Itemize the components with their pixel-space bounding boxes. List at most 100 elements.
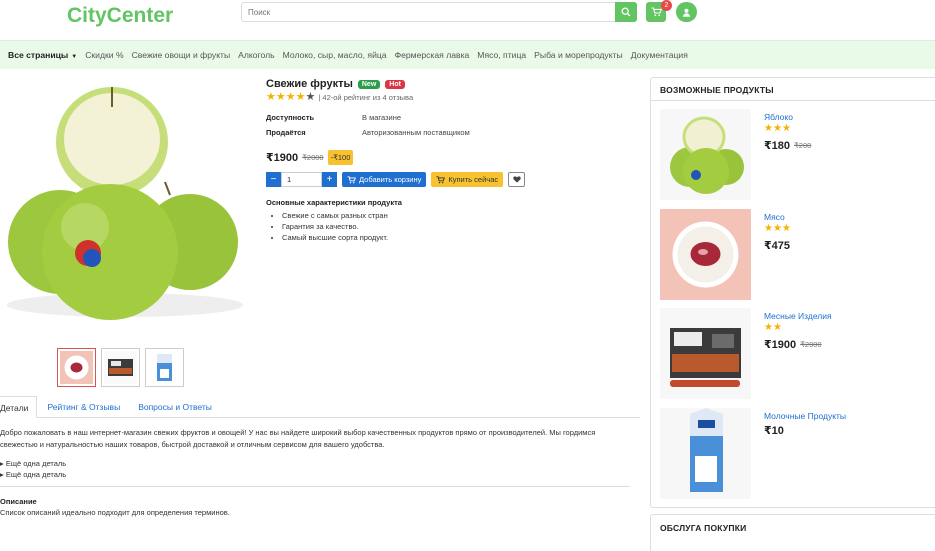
nav-item-vegetables[interactable]: Свежие овощи и фрукты [132,50,231,60]
tab-qa[interactable]: Вопросы и Ответы [130,396,220,417]
sausages-image [660,308,751,399]
search-bar [241,2,637,22]
header: CityCenter 2 [0,0,935,40]
add-to-cart-button[interactable]: Добавить корзину [342,172,427,187]
apple-image [660,109,751,200]
nav-all-pages-label: Все страницы [8,50,69,60]
recommended-item[interactable]: Молочные Продукты ₹10 [660,408,930,499]
apples-image [7,87,243,320]
category-nav: Все страницы ▼ Скидки % Свежие овощи и фр… [0,40,935,69]
product-thumb-sausages[interactable] [660,308,751,399]
product-price: ₹1900 [266,152,299,164]
product-title-row: Свежие фрукты New Hot [266,78,405,90]
recommended-item-name[interactable]: Яблоко [764,112,793,122]
cart-icon [436,175,446,183]
thumbnail-milk[interactable] [145,348,184,387]
recommended-title: ВОЗМОЖНЫЕ ПРОДУКТЫ [651,78,935,101]
description-body: Список описаний идеально подходит для оп… [0,508,230,517]
recommended-item-rating: ★ ★ [764,322,782,333]
sausages-thumb-image [104,351,137,384]
recommended-item-price-value: ₹475 [764,240,791,252]
features-title: Основные характеристики продукта [266,198,402,207]
product-rating[interactable]: ★ ★ ★ ★ ★ | 42-ой рейтинг из 4 отзыва [266,92,413,103]
star-icon: ★ [764,223,773,234]
tab-details[interactable]: Детали [0,396,38,418]
favorite-button[interactable] [508,172,526,187]
product-thumb-milk[interactable] [660,408,751,499]
cart-icon [347,175,356,183]
seller-label: Продаётся [266,128,306,137]
thumbnail-meat[interactable] [57,348,96,387]
nav-item-meat[interactable]: Мясо, птица [477,50,526,60]
badge-new: New [357,79,381,89]
product-old-price: ₹2000 [302,153,324,162]
star-icon: ★ [764,123,773,134]
star-icon: ★ [764,322,773,333]
recommended-item-rating: ★ ★ ★ [764,123,791,134]
description-text: Добро пожаловать в наш интернет-магазин … [0,428,596,449]
nav-item-docs[interactable]: Документация [631,50,688,60]
star-empty-icon: ★ [305,91,316,103]
recommended-item[interactable]: Мясо ★ ★ ★ ₹475 [660,209,930,300]
qty-input[interactable]: 1 [281,172,322,187]
detail-item[interactable]: ▸ Ещё одна деталь [0,469,66,480]
detail-item-label: Ещё одна деталь [5,459,67,468]
buy-now-label: Купить сейчас [448,175,499,184]
purchase-service-panel: ОБСЛУГА ПОКУПКИ [650,514,935,551]
badge-hot: Hot [385,79,405,89]
recommended-products-panel: ВОЗМОЖНЫЕ ПРОДУКТЫ Яблоко ★ ★ ★ ₹180 ₹200 … [650,77,935,508]
product-thumb-apple[interactable] [660,109,751,200]
caret-down-icon: ▼ [71,54,78,60]
star-icon: ★ [781,123,791,134]
product-thumb-meat[interactable] [660,209,751,300]
cart-count-badge: 2 [661,0,672,11]
star-icon: ★ [285,91,296,103]
detail-item-label: Ещё одна деталь [5,470,67,479]
product-tabs: Детали Рейтинг & Отзывы Вопросы и Ответы [0,396,640,418]
qty-increase-button[interactable]: + [322,172,337,187]
meat-thumb-image [60,351,93,384]
product-main-image[interactable] [0,77,253,339]
cart-icon [651,7,662,17]
milk-image [660,408,751,499]
buy-now-button[interactable]: Купить сейчас [431,172,504,187]
purchase-controls: − 1 + Добавить корзину Купить сейчас [266,172,526,187]
user-button[interactable] [676,2,697,22]
search-input[interactable] [241,2,616,22]
star-icon: ★ [275,91,286,103]
qty-decrease-button[interactable]: − [266,172,281,187]
nav-all-pages[interactable]: Все страницы ▼ [8,50,77,60]
recommended-item[interactable]: Месные Изделия ★ ★ ₹1900 ₹2000 [660,308,930,399]
details-list: ▸ Ещё одна деталь ▸ Ещё одна деталь [0,458,66,480]
feature-item: Свежие с самых разных стран [282,212,388,220]
star-icon: ★ [781,223,791,234]
nav-item-farm[interactable]: Фермерская лавка [395,50,470,60]
meat-image [660,209,751,300]
user-icon [682,8,691,17]
description-heading: Описание [0,497,37,506]
search-icon [621,7,631,17]
nav-item-discounts[interactable]: Скидки % [85,50,123,60]
feature-item: Гарантия за качество. [282,223,388,231]
product-title: Свежие фрукты [266,78,353,90]
heart-icon [512,176,521,183]
recommended-item-name[interactable]: Мясо [764,212,785,222]
nav-item-dairy[interactable]: Молоко, сыр, масло, яйца [283,50,387,60]
search-button[interactable] [615,2,637,22]
recommended-item-price: ₹1900 ₹2000 [764,338,822,351]
seller-value: Авторизованным поставщиком [362,128,470,137]
logo[interactable]: CityCenter [67,4,173,28]
star-icon: ★ [295,91,306,103]
nav-item-alcohol[interactable]: Алкоголь [238,50,274,60]
recommended-item[interactable]: Яблоко ★ ★ ★ ₹180 ₹200 [660,109,930,200]
availability-label: Доступность [266,113,315,122]
recommended-item-name[interactable]: Месные Изделия [764,311,832,321]
availability-value: В магазине [362,113,402,122]
nav-item-fish[interactable]: Рыба и морепродукты [534,50,623,60]
recommended-item-name[interactable]: Молочные Продукты [764,411,846,421]
thumbnail-sausages[interactable] [101,348,140,387]
tab-reviews[interactable]: Рейтинг & Отзывы [39,396,128,417]
detail-item[interactable]: ▸ Ещё одна деталь [0,458,66,469]
recommended-item-price-value: ₹1900 [764,339,797,351]
recommended-item-price-value: ₹10 [764,425,784,437]
